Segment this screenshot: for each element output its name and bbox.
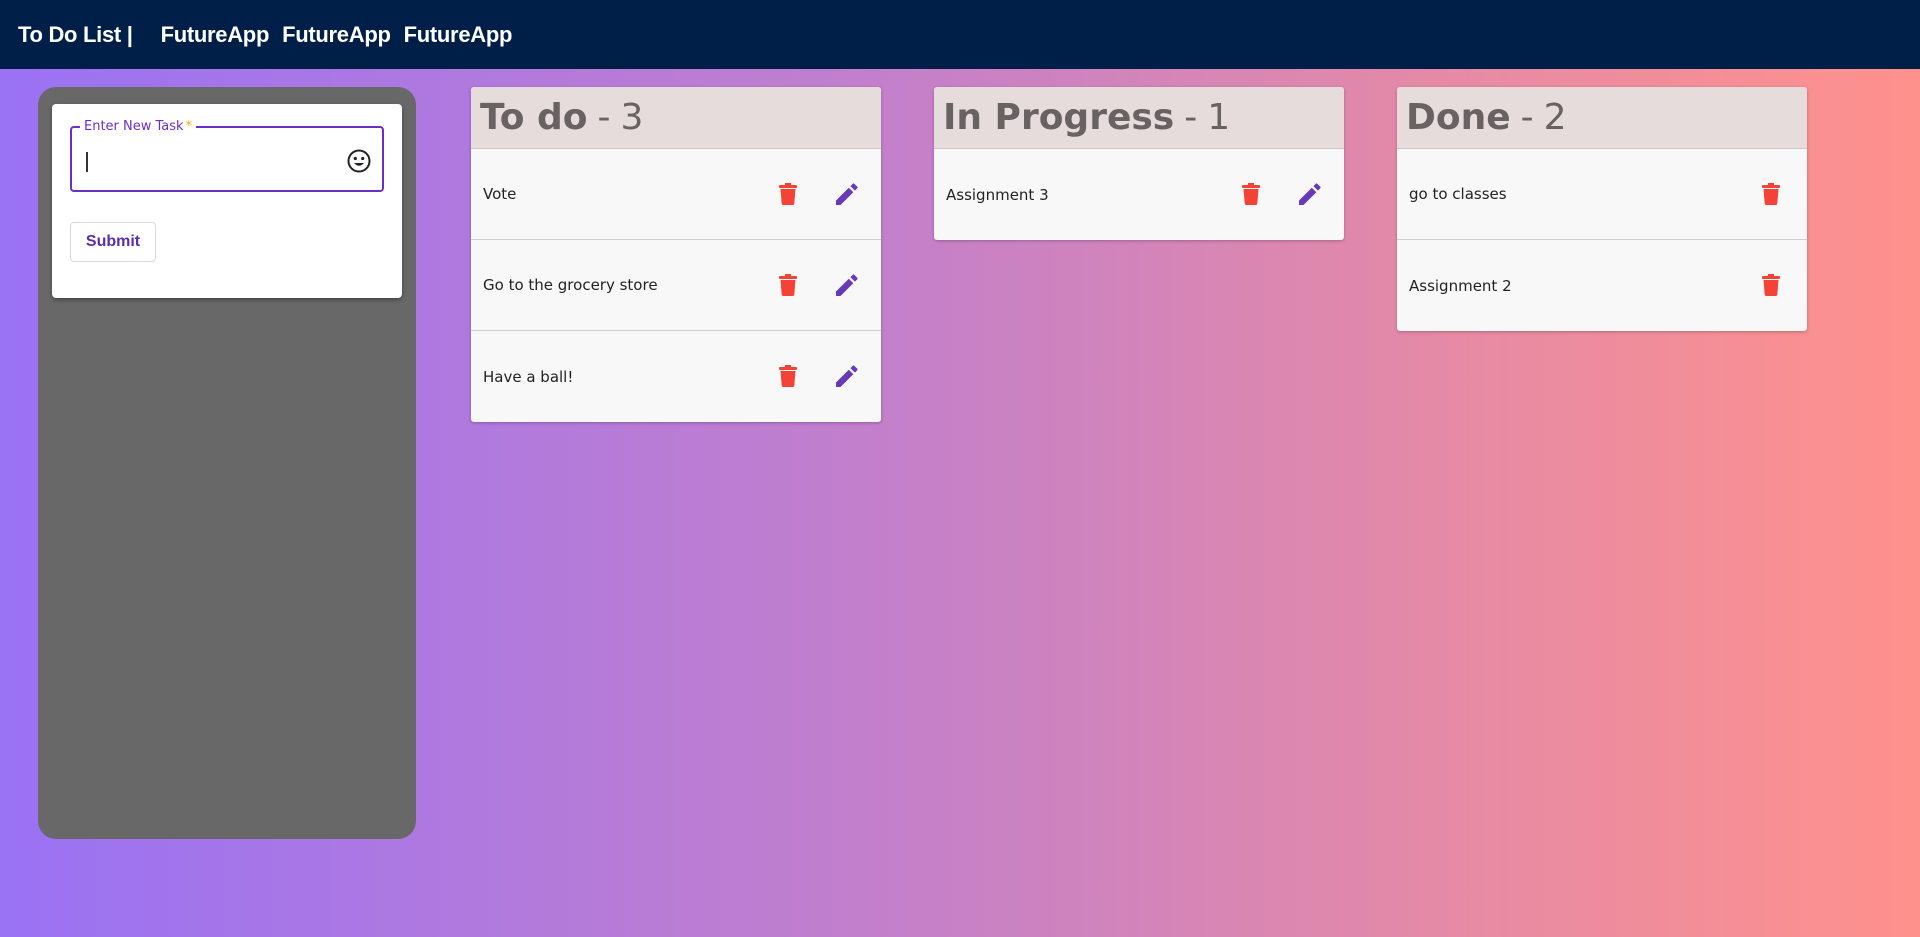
task-text: Have a ball! (483, 367, 574, 386)
edit-pencil-icon[interactable] (1297, 181, 1323, 207)
required-mark: * (185, 119, 193, 134)
column-header-todo: To do - 3 (471, 87, 881, 149)
emoji-smile-icon[interactable] (346, 148, 372, 174)
top-navbar: To Do List | FutureApp FutureApp FutureA… (0, 0, 1920, 69)
delete-icon[interactable] (1758, 272, 1784, 298)
new-task-label-text: Enter New Task (84, 119, 184, 134)
delete-icon[interactable] (1758, 181, 1784, 207)
delete-icon[interactable] (775, 181, 801, 207)
column-title: To do (480, 97, 588, 138)
task-text: Vote (483, 185, 517, 203)
new-task-field[interactable]: Enter New Task * (70, 119, 384, 192)
column-title: In Progress (943, 97, 1175, 138)
app-brand[interactable]: To Do List | (18, 22, 133, 48)
column-count: 1 (1207, 97, 1231, 138)
column-title: Done (1406, 97, 1511, 138)
edit-pencil-icon[interactable] (834, 181, 860, 207)
delete-icon[interactable] (775, 363, 801, 389)
nav-link-futureapp-3[interactable]: FutureApp (404, 22, 513, 48)
task-text: go to classes (1409, 185, 1507, 203)
nav-link-futureapp-1[interactable]: FutureApp (161, 22, 270, 48)
submit-button[interactable]: Submit (70, 222, 156, 262)
column-count: 3 (620, 97, 644, 138)
column-done: Done - 2 go to classes Assignment 2 (1397, 87, 1807, 331)
delete-icon[interactable] (775, 272, 801, 298)
task-card: Have a ball! (471, 331, 881, 422)
new-task-label: Enter New Task * (80, 119, 197, 134)
task-card: Assignment 3 (934, 149, 1344, 240)
column-todo: To do - 3 Vote Go to the grocery store H… (471, 87, 881, 422)
edit-pencil-icon[interactable] (834, 272, 860, 298)
nav-link-futureapp-2[interactable]: FutureApp (282, 22, 391, 48)
task-text: Assignment 3 (946, 185, 1049, 204)
task-entry-panel: Enter New Task * Submit (38, 87, 416, 839)
column-header-in-progress: In Progress - 1 (934, 87, 1344, 149)
task-text: Assignment 2 (1409, 276, 1512, 295)
column-separator: - (597, 97, 611, 138)
task-card: Go to the grocery store (471, 240, 881, 331)
edit-pencil-icon[interactable] (834, 363, 860, 389)
column-header-done: Done - 2 (1397, 87, 1807, 149)
task-text: Go to the grocery store (483, 276, 658, 294)
delete-icon[interactable] (1238, 181, 1264, 207)
task-card: Assignment 2 (1397, 240, 1807, 331)
column-in-progress: In Progress - 1 Assignment 3 (934, 87, 1344, 240)
column-separator: - (1184, 97, 1198, 138)
column-separator: - (1520, 97, 1534, 138)
column-count: 2 (1543, 97, 1567, 138)
task-card: go to classes (1397, 149, 1807, 240)
new-task-form: Enter New Task * Submit (52, 104, 402, 298)
task-card: Vote (471, 149, 881, 240)
new-task-input[interactable] (86, 144, 336, 176)
